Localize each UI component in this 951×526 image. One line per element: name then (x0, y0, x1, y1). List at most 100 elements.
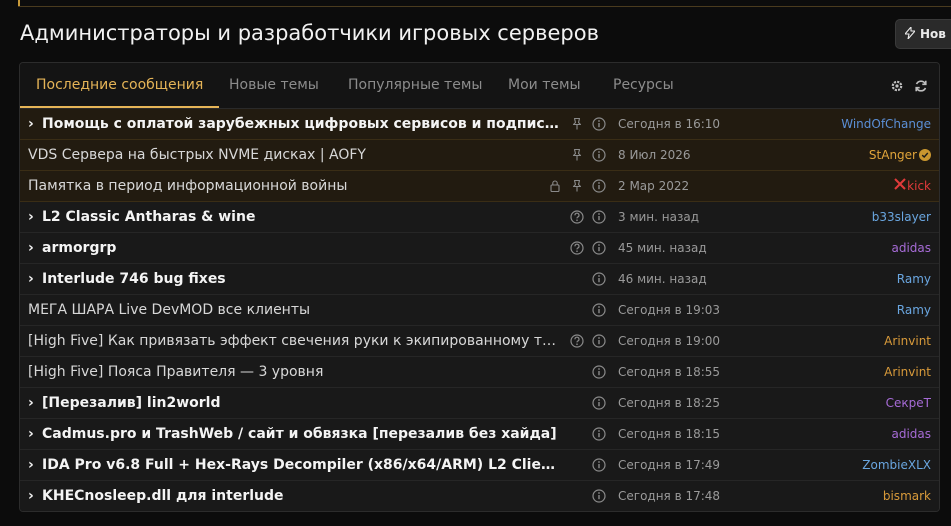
new-thread-button-label: Нов (920, 27, 946, 41)
thread-title-link[interactable]: › Interlude 746 bug fixes (28, 264, 226, 294)
author-name: adidas (891, 241, 931, 255)
tab-new-threads[interactable]: Новые темы (213, 63, 335, 108)
thread-date[interactable]: Сегодня в 17:48 (618, 481, 720, 511)
thread-title-link[interactable]: МЕГА ШАРА Live DevMOD все клиенты (28, 295, 310, 325)
thread-title-text: МЕГА ШАРА Live DevMOD все клиенты (28, 302, 311, 318)
thread-title-text: [High Five] Как привязать эффект свечени… (28, 333, 563, 349)
tab-bar: Последние сообщения Новые темы Популярны… (20, 63, 939, 109)
question-icon (569, 240, 585, 256)
thread-date[interactable]: Сегодня в 18:55 (618, 357, 720, 387)
info-icon[interactable] (591, 488, 607, 504)
thread-date[interactable]: Сегодня в 19:00 (618, 326, 720, 356)
thread-status-icons (585, 388, 607, 418)
info-icon[interactable] (591, 364, 607, 380)
thread-title-link[interactable]: › KHECnosleep.dll для interlude (28, 481, 284, 511)
info-icon[interactable] (591, 302, 607, 318)
thread-row[interactable]: › Cadmus.pro и TrashWeb / сайт и обвязка … (20, 419, 939, 450)
thread-title-link[interactable]: [High Five] Как привязать эффект свечени… (28, 326, 563, 356)
info-icon[interactable] (591, 426, 607, 442)
thread-date[interactable]: 2 Мар 2022 (618, 171, 689, 201)
thread-status-icons (563, 326, 607, 356)
thread-last-author[interactable]: Ramy (897, 264, 931, 294)
thread-last-author[interactable]: bismark (883, 481, 931, 511)
thread-date[interactable]: 3 мин. назад (618, 202, 699, 232)
thread-date[interactable]: Сегодня в 17:49 (618, 450, 720, 480)
info-icon[interactable] (591, 178, 607, 194)
thread-row[interactable]: МЕГА ШАРА Live DevMOD все клиенты Сегодня… (20, 295, 939, 326)
thread-row[interactable]: Памятка в период информационной войны 2 М… (20, 171, 939, 202)
thread-title-text: armorgrp (42, 240, 117, 256)
thread-title-text: KHECnosleep.dll для interlude (42, 488, 284, 504)
thread-date[interactable]: Сегодня в 19:03 (618, 295, 720, 325)
new-thread-button[interactable]: Нов (895, 19, 951, 49)
thread-last-author[interactable]: СекреТ (886, 388, 931, 418)
pin-icon (569, 116, 585, 132)
thread-row[interactable]: [High Five] Как привязать эффект свечени… (20, 326, 939, 357)
top-strip-accent (18, 0, 20, 6)
thread-row[interactable]: › KHECnosleep.dll для interlude Сегодня в … (20, 481, 939, 511)
thread-title-link[interactable]: › Помощь с оплатой зарубежных цифровых се… (28, 109, 563, 139)
tab-resources[interactable]: Ресурсы (597, 63, 690, 108)
thread-date[interactable]: 46 мин. назад (618, 264, 707, 294)
thread-row[interactable]: › Помощь с оплатой зарубежных цифровых се… (20, 109, 939, 140)
thread-row[interactable]: › IDA Pro v6.8 Full + Hex-Rays Decompiler… (20, 450, 939, 481)
question-icon (569, 333, 585, 349)
author-name: ZombieXLX (862, 458, 931, 472)
thread-last-author[interactable]: kick (894, 171, 931, 201)
tab-my-threads[interactable]: Мои темы (492, 63, 597, 108)
info-icon[interactable] (591, 395, 607, 411)
author-name: StAnger (868, 148, 917, 162)
thread-title-link[interactable]: › IDA Pro v6.8 Full + Hex-Rays Decompiler… (28, 450, 563, 480)
tab-popular-threads[interactable]: Популярные темы (332, 63, 498, 108)
thread-row[interactable]: › [Перезалив] lin2world Сегодня в 18:25 Сек… (20, 388, 939, 419)
page-title: Администраторы и разработчики игровых се… (20, 21, 599, 45)
thread-title-link[interactable]: › armorgrp (28, 233, 116, 263)
info-icon[interactable] (591, 147, 607, 163)
thread-date[interactable]: Сегодня в 18:25 (618, 388, 720, 418)
info-icon[interactable] (591, 240, 607, 256)
thread-title-text: Памятка в период информационной войны (28, 178, 348, 194)
thread-last-author[interactable]: adidas (891, 233, 931, 263)
thread-last-author[interactable]: Ramy (897, 295, 931, 325)
thread-list: › Помощь с оплатой зарубежных цифровых се… (20, 109, 939, 511)
thread-title-link[interactable]: [High Five] Пояса Правителя — 3 уровня (28, 357, 323, 387)
chevron-right-icon: › (28, 271, 34, 287)
thread-title-link[interactable]: › Cadmus.pro и TrashWeb / сайт и обвязка … (28, 419, 557, 449)
thread-row[interactable]: › L2 Classic Antharas & wine 3 мин. назад b… (20, 202, 939, 233)
thread-date[interactable]: 45 мин. назад (618, 233, 707, 263)
thread-last-author[interactable]: ZombieXLX (862, 450, 931, 480)
thread-last-author[interactable]: StAnger (869, 140, 931, 170)
info-icon[interactable] (591, 271, 607, 287)
thread-date[interactable]: 8 Июл 2026 (618, 140, 691, 170)
author-name: bismark (882, 489, 931, 503)
pin-icon (569, 147, 585, 163)
thread-last-author[interactable]: Arinvint (884, 326, 931, 356)
gear-icon[interactable] (887, 76, 907, 96)
thread-last-author[interactable]: WindOfChange (841, 109, 931, 139)
thread-status-icons (563, 233, 607, 263)
thread-title-link[interactable]: VDS Сервера на быстрых NVME дисках | AOF… (28, 140, 366, 170)
thread-title-text: L2 Classic Antharas & wine (42, 209, 256, 225)
thread-status-icons (585, 481, 607, 511)
info-icon[interactable] (591, 209, 607, 225)
thread-last-author[interactable]: adidas (891, 419, 931, 449)
thread-row[interactable]: VDS Сервера на быстрых NVME дисках | AOF… (20, 140, 939, 171)
thread-title-link[interactable]: Памятка в период информационной войны (28, 171, 347, 201)
info-icon[interactable] (591, 116, 607, 132)
thread-title-link[interactable]: › L2 Classic Antharas & wine (28, 202, 255, 232)
chevron-right-icon: › (28, 457, 34, 473)
thread-last-author[interactable]: b33slayer (872, 202, 931, 232)
info-icon[interactable] (591, 457, 607, 473)
thread-date[interactable]: Сегодня в 18:15 (618, 419, 720, 449)
thread-title-text: VDS Сервера на быстрых NVME дисках | AOF… (28, 147, 366, 163)
thread-last-author[interactable]: Arinvint (884, 357, 931, 387)
thread-date[interactable]: Сегодня в 16:10 (618, 109, 720, 139)
thread-row[interactable]: › Interlude 746 bug fixes 46 мин. назад Ram… (20, 264, 939, 295)
tab-latest-posts[interactable]: Последние сообщения (20, 63, 220, 108)
refresh-icon[interactable] (911, 76, 931, 96)
thread-row[interactable]: › armorgrp 45 мин. назад adidas (20, 233, 939, 264)
thread-title-link[interactable]: › [Перезалив] lin2world (28, 388, 221, 418)
thread-row[interactable]: [High Five] Пояса Правителя — 3 уровня Се… (20, 357, 939, 388)
info-icon[interactable] (591, 333, 607, 349)
author-name: kick (907, 179, 931, 193)
